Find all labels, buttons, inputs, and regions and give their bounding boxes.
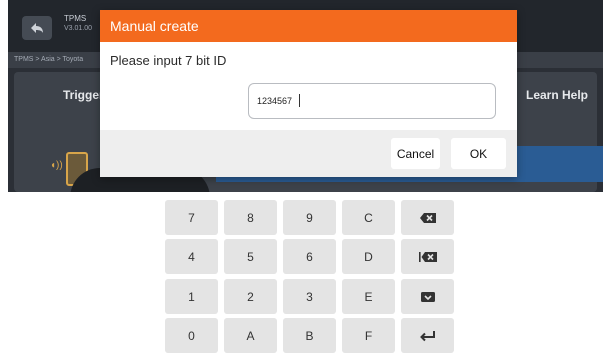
- manual-create-dialog: Manual create Please input 7 bit ID 1234…: [100, 10, 517, 177]
- ok-button[interactable]: OK: [451, 138, 506, 169]
- tab-learn-help[interactable]: Learn Help: [526, 88, 588, 102]
- key-9[interactable]: 9: [283, 200, 336, 235]
- dialog-title: Manual create: [100, 10, 517, 42]
- text-caret: [299, 94, 300, 107]
- key-5[interactable]: 5: [224, 239, 277, 274]
- key-c[interactable]: C: [342, 200, 395, 235]
- enter-key[interactable]: [401, 318, 454, 353]
- key-b[interactable]: B: [283, 318, 336, 353]
- key-4[interactable]: 4: [165, 239, 218, 274]
- signal-wave-icon: ◖)): [50, 160, 63, 171]
- cancel-button[interactable]: Cancel: [391, 138, 440, 169]
- id-input[interactable]: 1234567: [248, 83, 496, 119]
- app-version: V3.01.00: [64, 25, 93, 32]
- enter-icon: [419, 330, 435, 341]
- id-prompt-label: Please input 7 bit ID: [110, 53, 227, 68]
- key-6[interactable]: 6: [283, 239, 336, 274]
- tab-trigger[interactable]: Trigger: [63, 88, 104, 102]
- key-a[interactable]: A: [224, 318, 277, 353]
- key-2[interactable]: 2: [224, 279, 277, 314]
- key-7[interactable]: 7: [165, 200, 218, 235]
- clear-all-icon: [418, 251, 437, 262]
- key-f[interactable]: F: [342, 318, 395, 353]
- hide-keyboard-key[interactable]: [401, 279, 454, 314]
- hide-keyboard-icon: [420, 291, 435, 302]
- clear-all-key[interactable]: [401, 239, 454, 274]
- back-arrow-icon: [31, 23, 43, 33]
- key-e[interactable]: E: [342, 279, 395, 314]
- key-0[interactable]: 0: [165, 318, 218, 353]
- backspace-icon: [419, 212, 436, 223]
- key-8[interactable]: 8: [224, 200, 277, 235]
- back-button[interactable]: [22, 16, 52, 40]
- key-3[interactable]: 3: [283, 279, 336, 314]
- key-d[interactable]: D: [342, 239, 395, 274]
- id-input-value: 1234567: [257, 96, 293, 106]
- backspace-key[interactable]: [401, 200, 454, 235]
- app-title: TPMS: [64, 14, 87, 23]
- key-1[interactable]: 1: [165, 279, 218, 314]
